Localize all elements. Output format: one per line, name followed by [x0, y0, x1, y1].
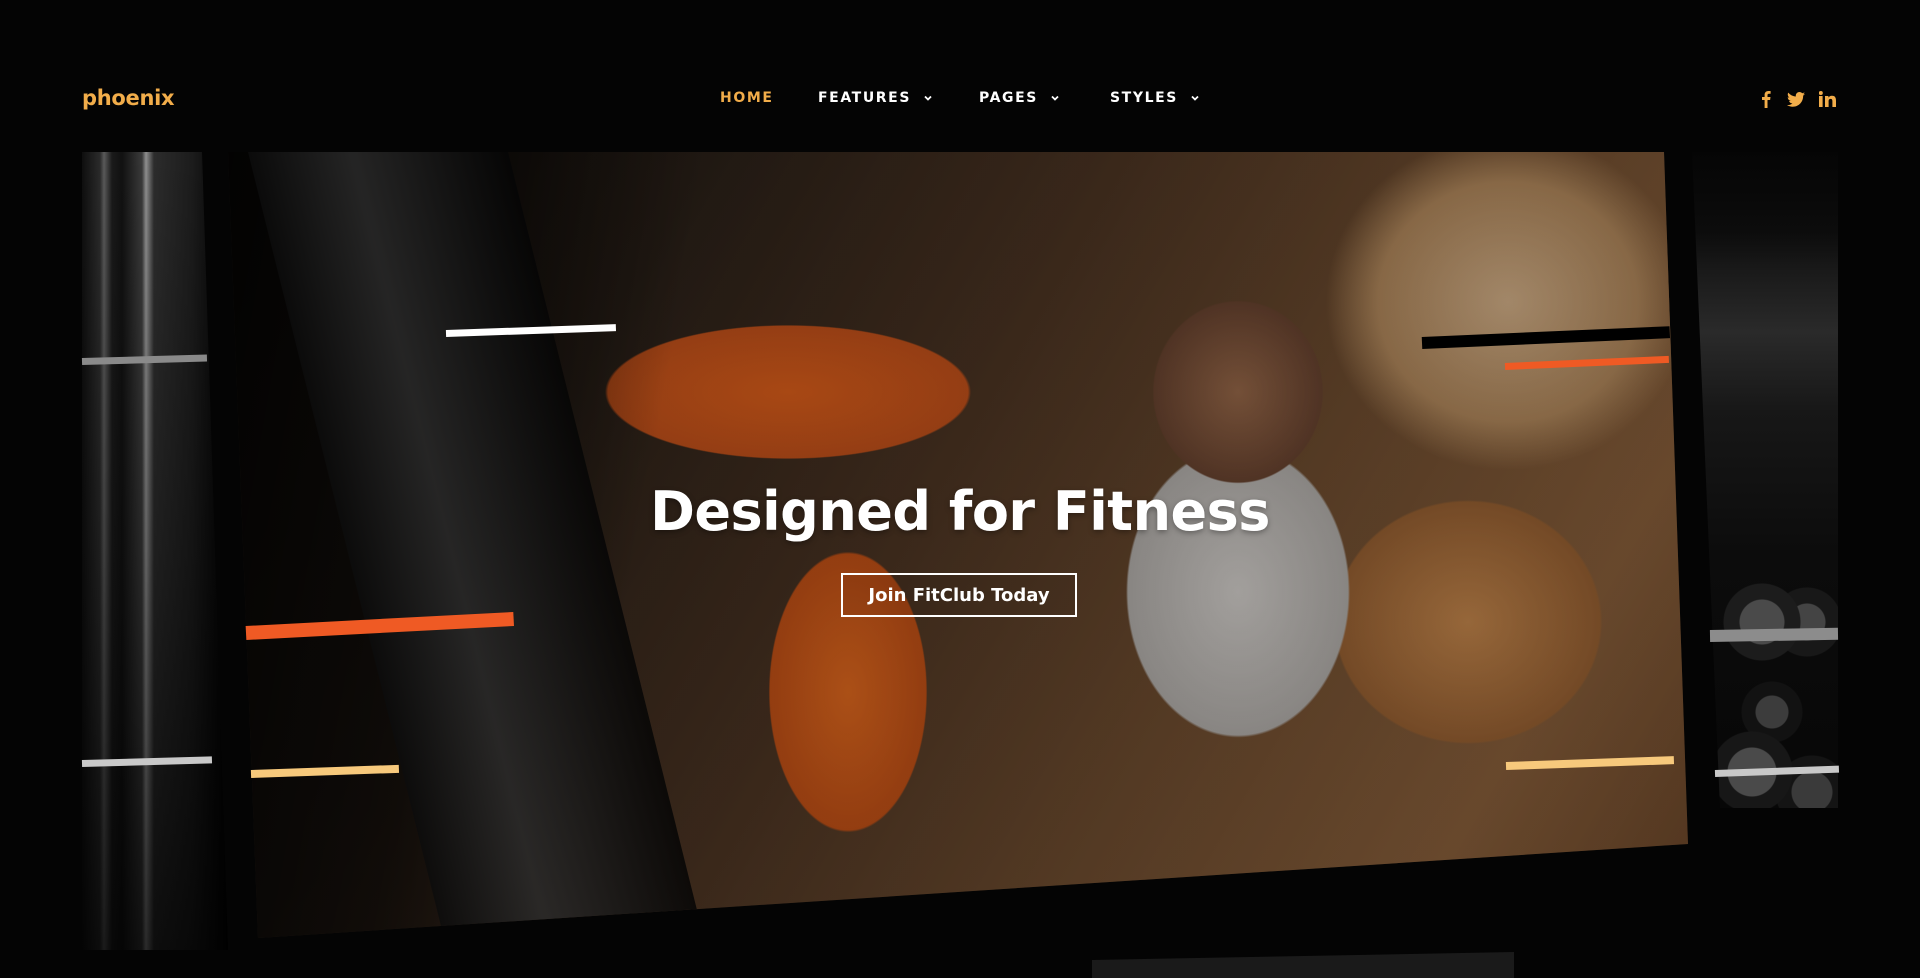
slide-preview-previous[interactable] [82, 152, 228, 950]
decorative-stripe [1709, 627, 1839, 642]
hero-title: Designed for Fitness [650, 480, 1270, 543]
gym-machine-shape [248, 152, 704, 938]
hero-image [228, 152, 1688, 938]
join-fitclub-button[interactable]: Join FitClub Today [841, 573, 1077, 617]
hero-slider[interactable]: Designed for Fitness Join FitClub Today [0, 0, 1920, 978]
